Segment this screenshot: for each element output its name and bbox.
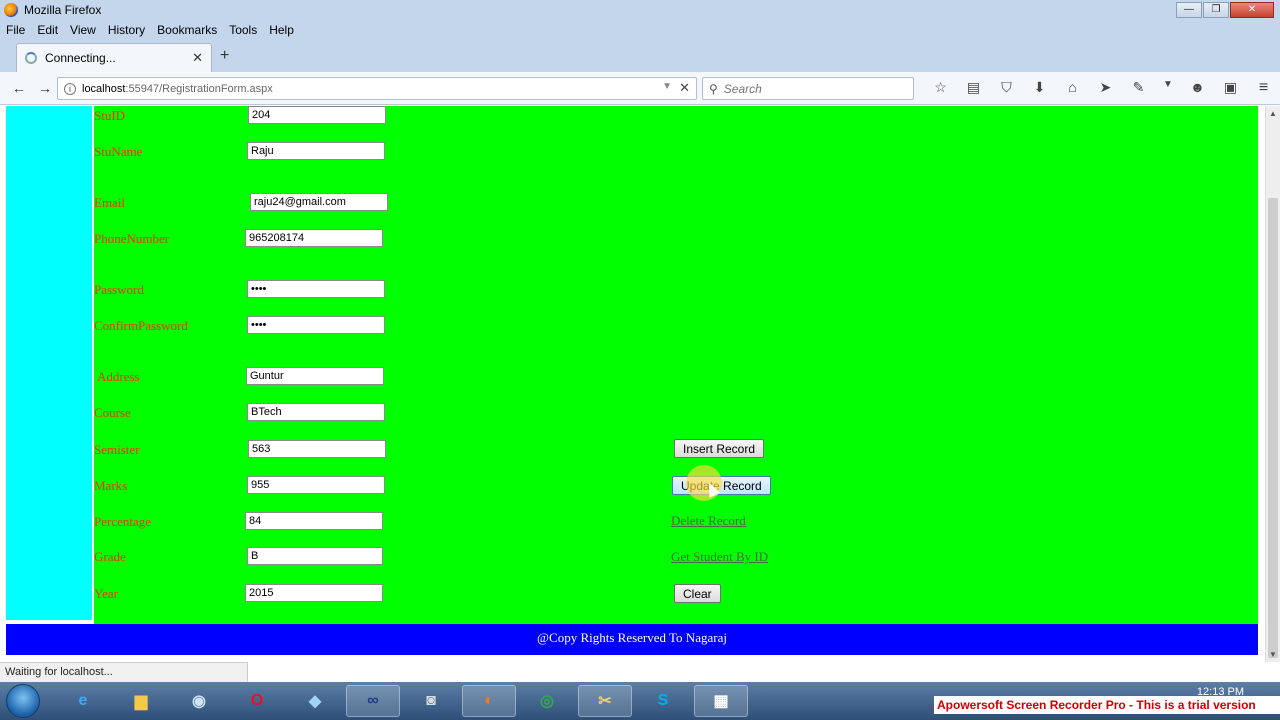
input-confirmpassword[interactable]: [247, 316, 385, 334]
left-sidebar-column: [6, 106, 92, 620]
search-bar[interactable]: ⚲: [702, 77, 914, 100]
close-window-button[interactable]: ✕: [1230, 2, 1274, 18]
chrome-icon[interactable]: ◎: [520, 685, 574, 717]
window-title: Mozilla Firefox: [24, 3, 102, 17]
menu-tools[interactable]: Tools: [229, 23, 257, 37]
status-bar: Waiting for localhost...: [0, 662, 248, 682]
title-bar: Mozilla Firefox — ❐ ✕: [0, 0, 1280, 20]
menu-history[interactable]: History: [108, 23, 145, 37]
label-email: Email: [94, 195, 126, 210]
internet-explorer-icon[interactable]: e: [56, 685, 110, 717]
app-icon[interactable]: ◆: [288, 685, 342, 717]
download-icon[interactable]: ⬇: [1023, 79, 1056, 97]
scroll-up-icon[interactable]: ▲: [1269, 109, 1277, 118]
scrollbar-thumb[interactable]: [1268, 198, 1278, 658]
menu-view[interactable]: View: [70, 23, 96, 37]
page-footer: @Copy Rights Reserved To Nagaraj: [6, 624, 1258, 655]
visual-studio-icon[interactable]: ▦: [694, 685, 748, 717]
chat-icon[interactable]: ☻: [1181, 79, 1214, 97]
camera-icon[interactable]: ◙: [404, 685, 458, 717]
search-icon: ⚲: [709, 81, 718, 96]
maximize-button[interactable]: ❐: [1203, 2, 1229, 18]
search-input[interactable]: [723, 81, 904, 96]
app-icon[interactable]: ∞: [346, 685, 400, 717]
label-course: Course: [94, 405, 131, 420]
reading-list-icon[interactable]: ▤: [957, 79, 990, 97]
menu-file[interactable]: File: [6, 23, 25, 37]
input-percentage[interactable]: [245, 512, 383, 530]
forward-button[interactable]: →: [38, 80, 52, 96]
extension-icon[interactable]: ✎: [1122, 79, 1155, 97]
input-year[interactable]: [245, 584, 383, 602]
label-marks: Marks: [94, 478, 128, 493]
input-phonenumber[interactable]: [245, 229, 383, 247]
star-icon[interactable]: ☆: [924, 79, 957, 97]
minimize-button[interactable]: —: [1176, 2, 1202, 18]
tab-close-icon[interactable]: ✕: [192, 50, 203, 66]
label-year: Year: [94, 586, 118, 601]
insert-record-button[interactable]: Insert Record: [674, 439, 765, 458]
input-semister[interactable]: [248, 440, 386, 458]
url-path: :55947/RegistrationForm.aspx: [125, 82, 273, 95]
firefox-icon[interactable]: ◐: [462, 685, 516, 717]
clear-button[interactable]: Clear: [674, 584, 721, 603]
url-host: localhost: [82, 82, 126, 95]
loading-spinner-icon: [25, 52, 37, 64]
label-stuid: StuID: [94, 108, 126, 123]
navigation-bar: ← → i localhost:55947/RegistrationForm.a…: [0, 72, 1280, 105]
menu-edit[interactable]: Edit: [37, 23, 58, 37]
send-icon[interactable]: ➤: [1089, 79, 1122, 97]
label-password: Password: [94, 282, 144, 297]
screenshot-icon[interactable]: ▣: [1214, 79, 1247, 97]
input-marks[interactable]: [247, 476, 385, 494]
window-controls: — ❐ ✕: [1176, 2, 1274, 18]
tab-registration-form[interactable]: Connecting... ✕: [16, 43, 212, 72]
label-confirmpassword: ConfirmPassword: [94, 318, 188, 333]
cursor-highlight: [686, 465, 722, 501]
media-player-icon[interactable]: ◉: [172, 685, 226, 717]
label-phonenumber: PhoneNumber: [94, 231, 170, 246]
tools-icon[interactable]: ✂: [578, 685, 632, 717]
scroll-down-icon[interactable]: ▼: [1269, 650, 1277, 659]
input-email[interactable]: [250, 193, 388, 211]
vertical-scrollbar[interactable]: ▲ ▼: [1265, 106, 1280, 662]
skype-icon[interactable]: S: [636, 685, 690, 717]
menu-help[interactable]: Help: [269, 23, 294, 37]
menu-icon[interactable]: ≡: [1247, 79, 1280, 97]
url-bar[interactable]: i localhost:55947/RegistrationForm.aspx …: [57, 77, 697, 100]
pocket-icon[interactable]: ⛉: [990, 79, 1023, 97]
input-course[interactable]: [247, 403, 385, 421]
input-stuid[interactable]: [248, 106, 386, 124]
tab-title: Connecting...: [45, 51, 116, 65]
input-grade[interactable]: [247, 547, 383, 565]
get-student-by-id-link[interactable]: Get Student By ID: [671, 549, 768, 565]
label-address: Address: [97, 369, 140, 384]
url-dropdown-icon[interactable]: ▼: [662, 81, 672, 92]
tab-bar: Connecting... ✕ +: [0, 40, 1280, 72]
firefox-logo-icon: [4, 3, 18, 17]
menu-bookmarks[interactable]: Bookmarks: [157, 23, 217, 37]
back-button[interactable]: ←: [12, 80, 26, 96]
new-tab-button[interactable]: +: [220, 47, 229, 65]
delete-record-link[interactable]: Delete Record: [671, 513, 746, 529]
stop-loading-icon[interactable]: ✕: [679, 80, 690, 96]
label-grade: Grade: [94, 549, 126, 564]
label-stuname: StuName: [94, 144, 143, 159]
file-explorer-icon[interactable]: ▆: [114, 685, 168, 717]
recorder-watermark: Apowersoft Screen Recorder Pro - This is…: [934, 696, 1280, 714]
site-info-icon[interactable]: i: [64, 82, 76, 95]
start-button[interactable]: [6, 684, 40, 718]
page-content: StuID StuName Email PhoneNumber Password…: [0, 106, 1265, 662]
input-address[interactable]: [246, 367, 384, 385]
label-percentage: Percentage: [94, 514, 152, 529]
menu-bar: File Edit View History Bookmarks Tools H…: [0, 20, 1280, 40]
toolbar-icons: ☆ ▤ ⛉ ⬇ ⌂ ➤ ✎ ▼ ☻ ▣ ≡: [924, 79, 1280, 97]
label-semister: Semister: [94, 442, 140, 457]
registration-form-panel: StuID StuName Email PhoneNumber Password…: [94, 106, 1258, 624]
dropdown-icon[interactable]: ▼: [1155, 79, 1181, 97]
opera-icon[interactable]: O: [230, 685, 284, 717]
input-password[interactable]: [247, 280, 385, 298]
input-stuname[interactable]: [247, 142, 385, 160]
home-icon[interactable]: ⌂: [1056, 79, 1089, 97]
